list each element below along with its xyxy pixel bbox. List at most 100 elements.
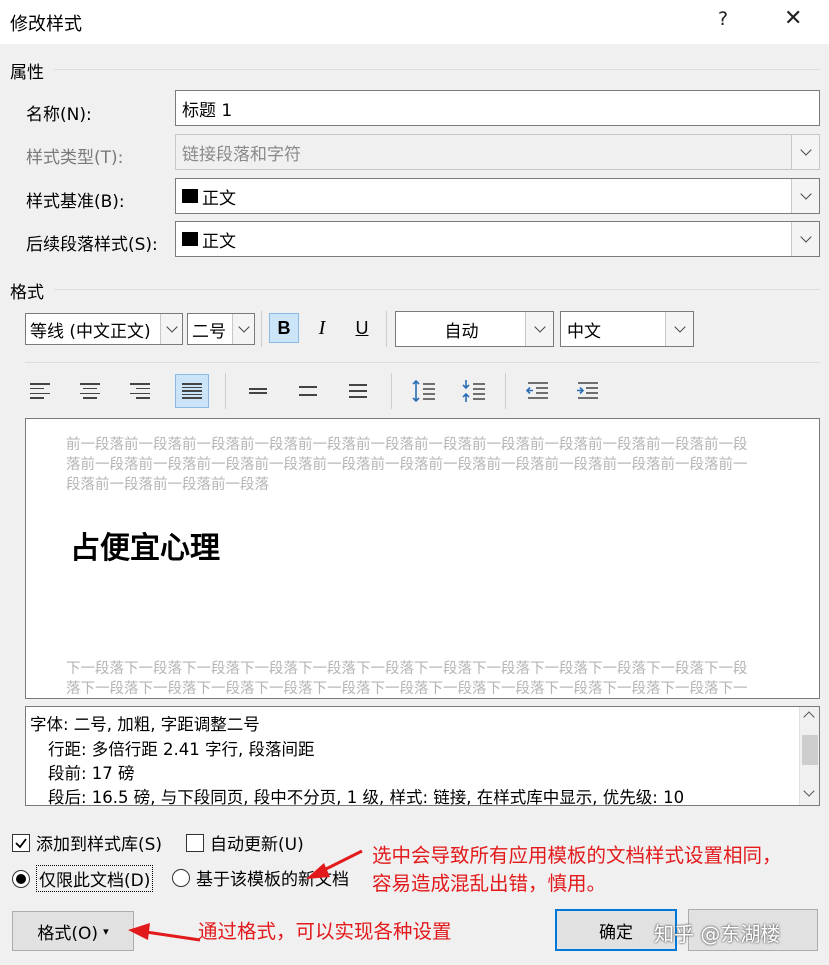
style-description-box: 字体: 二号, 加粗, 字距调整二号 行距: 多倍行距 2.41 字行, 段落间… xyxy=(25,706,820,806)
previous-paragraph-text: 前一段落前一段落前一段落前一段落前一段落前一段落前一段落前一段落前一段落前一段落… xyxy=(66,437,748,493)
only-this-document-option[interactable]: 仅限此文档(D) xyxy=(12,865,154,892)
format-divider xyxy=(54,289,820,290)
title-bar xyxy=(0,0,829,44)
align-center-icon xyxy=(80,383,100,399)
style-preview-pane: 前一段落前一段落前一段落前一段落前一段落前一段落前一段落前一段落前一段落前一段落… xyxy=(25,418,820,699)
based-on-select[interactable]: 正文 xyxy=(175,178,820,214)
description-line: 行距: 多倍行距 2.41 字行, 段落间距 xyxy=(48,740,315,759)
description-line: 字体: 二号, 加粗, 字距调整二号 xyxy=(30,715,260,734)
annotation-arrow-icon xyxy=(128,923,201,942)
only-this-document-label: 仅限此文档(D) xyxy=(36,865,154,892)
format-annotation: 通过格式，可以实现各种设置 xyxy=(198,920,452,943)
paragraph-style-icon xyxy=(182,232,198,246)
align-right-icon xyxy=(130,383,150,399)
scroll-up-icon[interactable] xyxy=(803,711,815,723)
chevron-down-icon xyxy=(799,144,812,156)
based-on-label: 样式基准(B): xyxy=(26,192,125,212)
align-right-button[interactable] xyxy=(125,376,155,406)
auto-update-option[interactable]: 自动更新(U) xyxy=(186,830,304,855)
underline-button[interactable]: U xyxy=(347,313,377,343)
align-center-button[interactable] xyxy=(75,376,105,406)
next-style-select[interactable]: 正文 xyxy=(175,221,820,257)
properties-divider xyxy=(54,69,820,70)
decrease-spacing-icon xyxy=(462,380,485,402)
dropdown-arrow-icon: ▾ xyxy=(103,924,109,938)
next-style-label: 后续段落样式(S): xyxy=(26,235,158,255)
chevron-down-icon xyxy=(237,321,250,333)
increase-paragraph-spacing-button[interactable] xyxy=(409,376,439,406)
based-on-value: 正文 xyxy=(202,188,236,209)
single-spacing-button[interactable] xyxy=(243,376,273,406)
format-menu-button[interactable]: 格式(O) ▾ xyxy=(12,911,134,951)
script-select[interactable]: 中文 xyxy=(560,311,694,347)
next-paragraph-text: 下一段落下一段落下一段落下一段落下一段落下一段落下一段落下一段落下一段落下一段落… xyxy=(66,661,748,697)
script-dropdown-arrow[interactable] xyxy=(665,312,693,346)
justify-button[interactable] xyxy=(175,374,209,408)
font-size-select[interactable]: 二号 xyxy=(187,313,255,345)
ok-button-label: 确定 xyxy=(599,922,633,943)
only-this-document-radio[interactable] xyxy=(12,869,30,888)
chevron-down-icon xyxy=(533,321,546,333)
description-line: 段后: 16.5 磅, 与下段同页, 段中不分页, 1 级, 样式: 链接, 在… xyxy=(48,788,685,806)
font-color-value: 自动 xyxy=(444,321,479,342)
chevron-down-icon xyxy=(799,188,812,200)
font-size-dropdown-arrow[interactable] xyxy=(232,314,254,344)
scrollbar-thumb[interactable] xyxy=(802,735,818,765)
decrease-indent-icon xyxy=(525,382,548,399)
radio-annotation-line2: 容易造成混乱出错，慎用。 xyxy=(372,872,607,895)
decrease-paragraph-spacing-button[interactable] xyxy=(459,376,489,406)
next-style-dropdown-arrow[interactable] xyxy=(791,222,819,256)
dialog-title: 修改样式 xyxy=(10,14,82,35)
close-button[interactable]: ✕ xyxy=(784,6,802,31)
align-left-button[interactable] xyxy=(25,376,55,406)
style-type-value: 链接段落和字符 xyxy=(182,144,301,165)
decrease-indent-button[interactable] xyxy=(523,376,553,406)
increase-indent-icon xyxy=(577,382,598,399)
template-documents-radio[interactable] xyxy=(172,868,190,887)
toolbar-separator xyxy=(505,373,506,409)
chevron-down-icon xyxy=(673,321,686,333)
format-button-label: 格式(O) xyxy=(37,923,99,944)
one-half-spacing-icon xyxy=(299,386,317,396)
format-section-label: 格式 xyxy=(10,283,44,303)
one-half-spacing-button[interactable] xyxy=(293,376,323,406)
double-spacing-button[interactable] xyxy=(343,376,373,406)
style-type-select: 链接段落和字符 xyxy=(175,134,820,170)
double-spacing-icon xyxy=(349,384,367,398)
properties-section-label: 属性 xyxy=(10,63,44,83)
chevron-down-icon xyxy=(799,231,812,243)
style-type-label: 样式类型(T): xyxy=(26,148,124,168)
auto-update-label: 自动更新(U) xyxy=(210,835,304,855)
align-left-icon xyxy=(30,383,50,399)
italic-button[interactable]: I xyxy=(307,313,337,343)
based-on-dropdown-arrow[interactable] xyxy=(791,179,819,213)
help-button[interactable]: ? xyxy=(718,8,728,30)
bold-button[interactable]: B xyxy=(269,313,299,343)
font-color-select[interactable]: 自动 xyxy=(395,311,554,347)
add-to-gallery-checkbox[interactable] xyxy=(12,833,30,852)
add-to-gallery-option[interactable]: 添加到样式库(S) xyxy=(12,830,162,855)
font-color-dropdown-arrow[interactable] xyxy=(525,312,553,346)
style-type-dropdown-arrow xyxy=(791,135,819,169)
auto-update-checkbox[interactable] xyxy=(186,833,204,852)
toolbar-separator xyxy=(391,373,392,409)
watermark: 知乎 @东湖楼 xyxy=(654,922,781,946)
scroll-down-icon[interactable] xyxy=(803,785,815,797)
name-label: 名称(N): xyxy=(26,105,92,125)
single-spacing-icon xyxy=(249,388,267,394)
name-input[interactable]: 标题 1 xyxy=(175,90,820,126)
font-dropdown-arrow[interactable] xyxy=(160,314,182,344)
font-select[interactable]: 等线 (中文正文) xyxy=(25,313,183,345)
checkmark-icon xyxy=(15,837,27,848)
description-line: 段前: 17 磅 xyxy=(48,764,135,783)
font-value: 等线 (中文正文) xyxy=(30,321,151,342)
add-to-gallery-label: 添加到样式库(S) xyxy=(36,835,163,855)
toolbar-separator xyxy=(261,311,262,347)
chevron-down-icon xyxy=(165,321,178,333)
increase-indent-button[interactable] xyxy=(573,376,603,406)
annotation-arrow-icon xyxy=(306,849,363,879)
description-scrollbar[interactable] xyxy=(799,707,819,805)
name-input-value: 标题 1 xyxy=(182,100,233,121)
sample-heading: 占便宜心理 xyxy=(70,531,220,566)
justify-icon xyxy=(182,383,202,399)
